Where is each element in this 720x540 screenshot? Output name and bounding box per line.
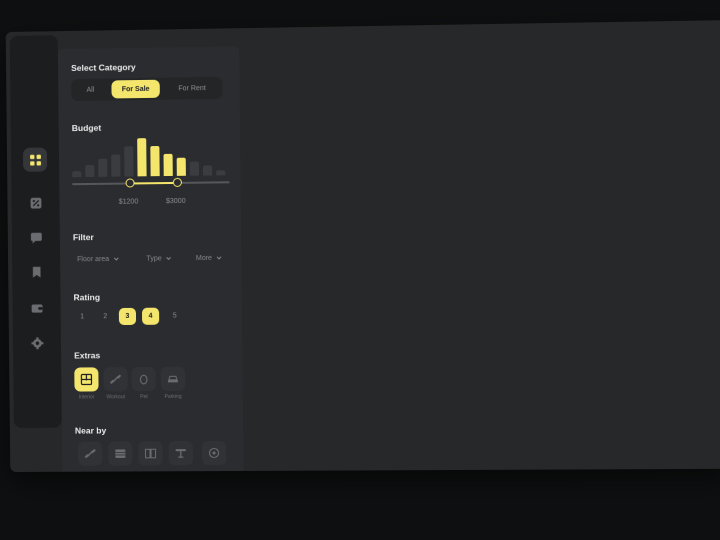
extra-pet[interactable]: Pet (132, 367, 157, 400)
type-label: Type (146, 255, 161, 262)
budget-histogram-bar (190, 162, 199, 176)
category-option-for-rent[interactable]: For Rent (164, 79, 221, 98)
extra-interior-box (74, 367, 98, 391)
more-label: More (196, 254, 212, 261)
budget-histogram-bar (137, 138, 146, 176)
budget-histogram-bar (72, 171, 81, 177)
budget-max-handle[interactable] (173, 178, 182, 187)
budget-histogram-bar (203, 165, 212, 175)
extra-interior[interactable]: Interior (74, 367, 98, 400)
table-icon (175, 447, 187, 459)
budget-title: Budget (72, 123, 101, 133)
extras-title: Extras (74, 350, 100, 360)
egg-icon (138, 373, 150, 385)
chevron-down-icon (113, 256, 119, 262)
type-dropdown[interactable]: Type (146, 250, 172, 266)
rating-option-4[interactable]: 4 (142, 308, 159, 325)
sidebar-item-dashboard[interactable] (23, 147, 47, 171)
dumbbell-icon (84, 448, 96, 460)
filters-panel: Select Category All For Sale For Rent Bu… (58, 46, 244, 472)
filter-title: Filter (73, 232, 94, 242)
category-title: Select Category (71, 62, 136, 73)
nearby-library[interactable] (138, 441, 162, 465)
budget-slider-range (130, 182, 177, 184)
sidebar-item-offers[interactable] (23, 191, 47, 215)
car-icon (167, 373, 179, 385)
building-icon (114, 447, 126, 459)
sidebar-item-settings[interactable] (25, 331, 49, 355)
budget-histogram-bar (98, 159, 107, 177)
extra-workout-box (103, 367, 127, 391)
budget-min-label: $1200 (119, 198, 139, 205)
gear-icon (30, 336, 43, 349)
sidebar-item-wallet[interactable] (24, 296, 48, 320)
floor-area-dropdown[interactable]: Floor area (77, 251, 119, 267)
rating-option-1[interactable]: 1 (74, 308, 91, 325)
floor-area-label: Floor area (77, 255, 109, 262)
rating-option-3[interactable]: 3 (119, 308, 136, 325)
extra-parking[interactable]: Parking (161, 367, 186, 400)
dumbbell-icon (109, 373, 121, 385)
budget-histogram-bar (150, 146, 159, 176)
sidebar-item-saved[interactable] (24, 260, 48, 284)
sidebar-nav (10, 35, 62, 428)
budget-min-handle[interactable] (126, 178, 135, 187)
nearby-gym[interactable] (78, 442, 102, 466)
chevron-down-icon (166, 255, 172, 261)
budget-histogram-bar (177, 158, 186, 176)
nearby-sports[interactable] (202, 441, 227, 465)
app-window: Select Category All For Sale For Rent Bu… (6, 20, 720, 472)
wallet-icon (30, 301, 43, 314)
percent-tag-icon (29, 196, 42, 209)
budget-histogram (72, 135, 232, 177)
budget-histogram-bar (124, 146, 133, 176)
budget-histogram-bar (85, 165, 94, 177)
rating-title: Rating (73, 292, 100, 302)
bookmark-icon (30, 265, 43, 278)
category-option-for-sale[interactable]: For Sale (111, 80, 159, 99)
nearby-building[interactable] (108, 441, 132, 465)
extra-parking-label: Parking (155, 394, 191, 400)
nearby-title: Near by (75, 425, 106, 435)
extra-parking-box (161, 367, 185, 391)
extra-workout[interactable]: Workout (103, 367, 127, 400)
extra-pet-box (132, 367, 156, 391)
budget-histogram-bar (163, 154, 172, 176)
ball-icon (208, 447, 220, 459)
budget-histogram-bar (216, 170, 225, 175)
more-dropdown[interactable]: More (196, 250, 222, 266)
floorplan-icon (80, 373, 92, 385)
chat-icon (29, 231, 42, 244)
chevron-down-icon (216, 255, 222, 261)
rating-option-5[interactable]: 5 (166, 307, 183, 324)
category-segmented-control: All For Sale For Rent (71, 77, 222, 101)
rating-option-2[interactable]: 2 (97, 308, 114, 325)
budget-max-label: $3000 (166, 198, 186, 205)
budget-histogram-bar (111, 155, 120, 177)
grid-icon (28, 153, 41, 166)
book-icon (144, 447, 156, 459)
category-option-all[interactable]: All (73, 80, 107, 99)
sidebar-item-messages[interactable] (24, 226, 48, 250)
nearby-restaurant[interactable] (169, 441, 193, 465)
